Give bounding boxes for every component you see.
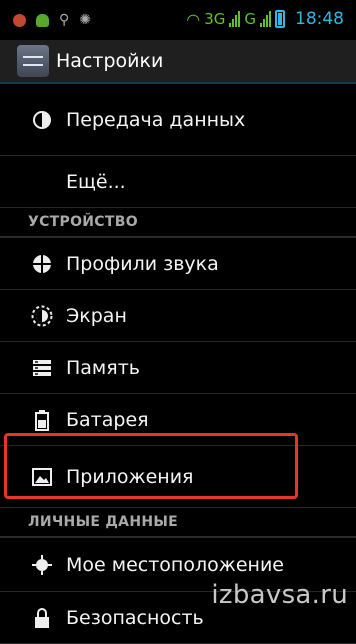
highlight-box <box>4 433 298 499</box>
page-title: Настройки <box>56 50 164 72</box>
list-item-label: Ещё... <box>66 170 126 193</box>
list-item-label: Мое местоположение <box>66 553 284 576</box>
list-item-memory[interactable]: Память <box>0 342 356 394</box>
status-bar: ⚲ ✺ ◠ 3G G 18:48 <box>0 0 356 40</box>
signal-icon-2 <box>260 11 271 27</box>
battery-icon <box>275 10 285 28</box>
network-3g-label: 3G <box>204 10 226 28</box>
battery-setting-icon <box>30 408 54 432</box>
list-item-screen[interactable]: Экран <box>0 290 356 342</box>
network-g-label: G <box>244 10 256 28</box>
list-item-more[interactable]: Ещё... <box>0 156 356 208</box>
sound-profiles-icon <box>30 252 54 276</box>
app-notification-icon <box>13 13 26 27</box>
list-item-data-transfer[interactable]: Передача данных <box>0 84 356 156</box>
usb-icon: ⚲ <box>59 12 70 28</box>
watermark: izbavsa.ru <box>211 580 348 610</box>
storage-icon <box>30 356 54 380</box>
settings-list: Передача данных Ещё... УСТРОЙСТВО Профил… <box>0 84 356 644</box>
brightness-icon <box>30 304 54 328</box>
list-item-label: Передача данных <box>66 108 246 131</box>
section-header-device: УСТРОЙСТВО <box>0 208 356 238</box>
location-icon <box>30 553 54 577</box>
data-usage-icon <box>30 108 54 132</box>
debug-icon: ✺ <box>79 12 91 28</box>
list-item-sound-profiles[interactable]: Профили звука <box>0 238 356 290</box>
list-item-label: Безопасность <box>66 606 204 629</box>
lock-icon <box>30 606 54 630</box>
list-item-label: Экран <box>66 304 127 327</box>
signal-icon <box>229 11 241 27</box>
clock: 18:48 <box>295 9 344 29</box>
android-notification-icon <box>36 13 49 27</box>
list-item-label: Батарея <box>66 408 149 431</box>
list-item-label: Профили звука <box>66 252 219 275</box>
action-bar: Настройки <box>0 40 356 82</box>
list-item-label: Память <box>66 356 140 379</box>
wifi-icon: ◠ <box>186 9 201 29</box>
settings-app-icon[interactable] <box>17 45 49 77</box>
section-header-personal: ЛИЧНЫЕ ДАННЫЕ <box>0 508 356 538</box>
